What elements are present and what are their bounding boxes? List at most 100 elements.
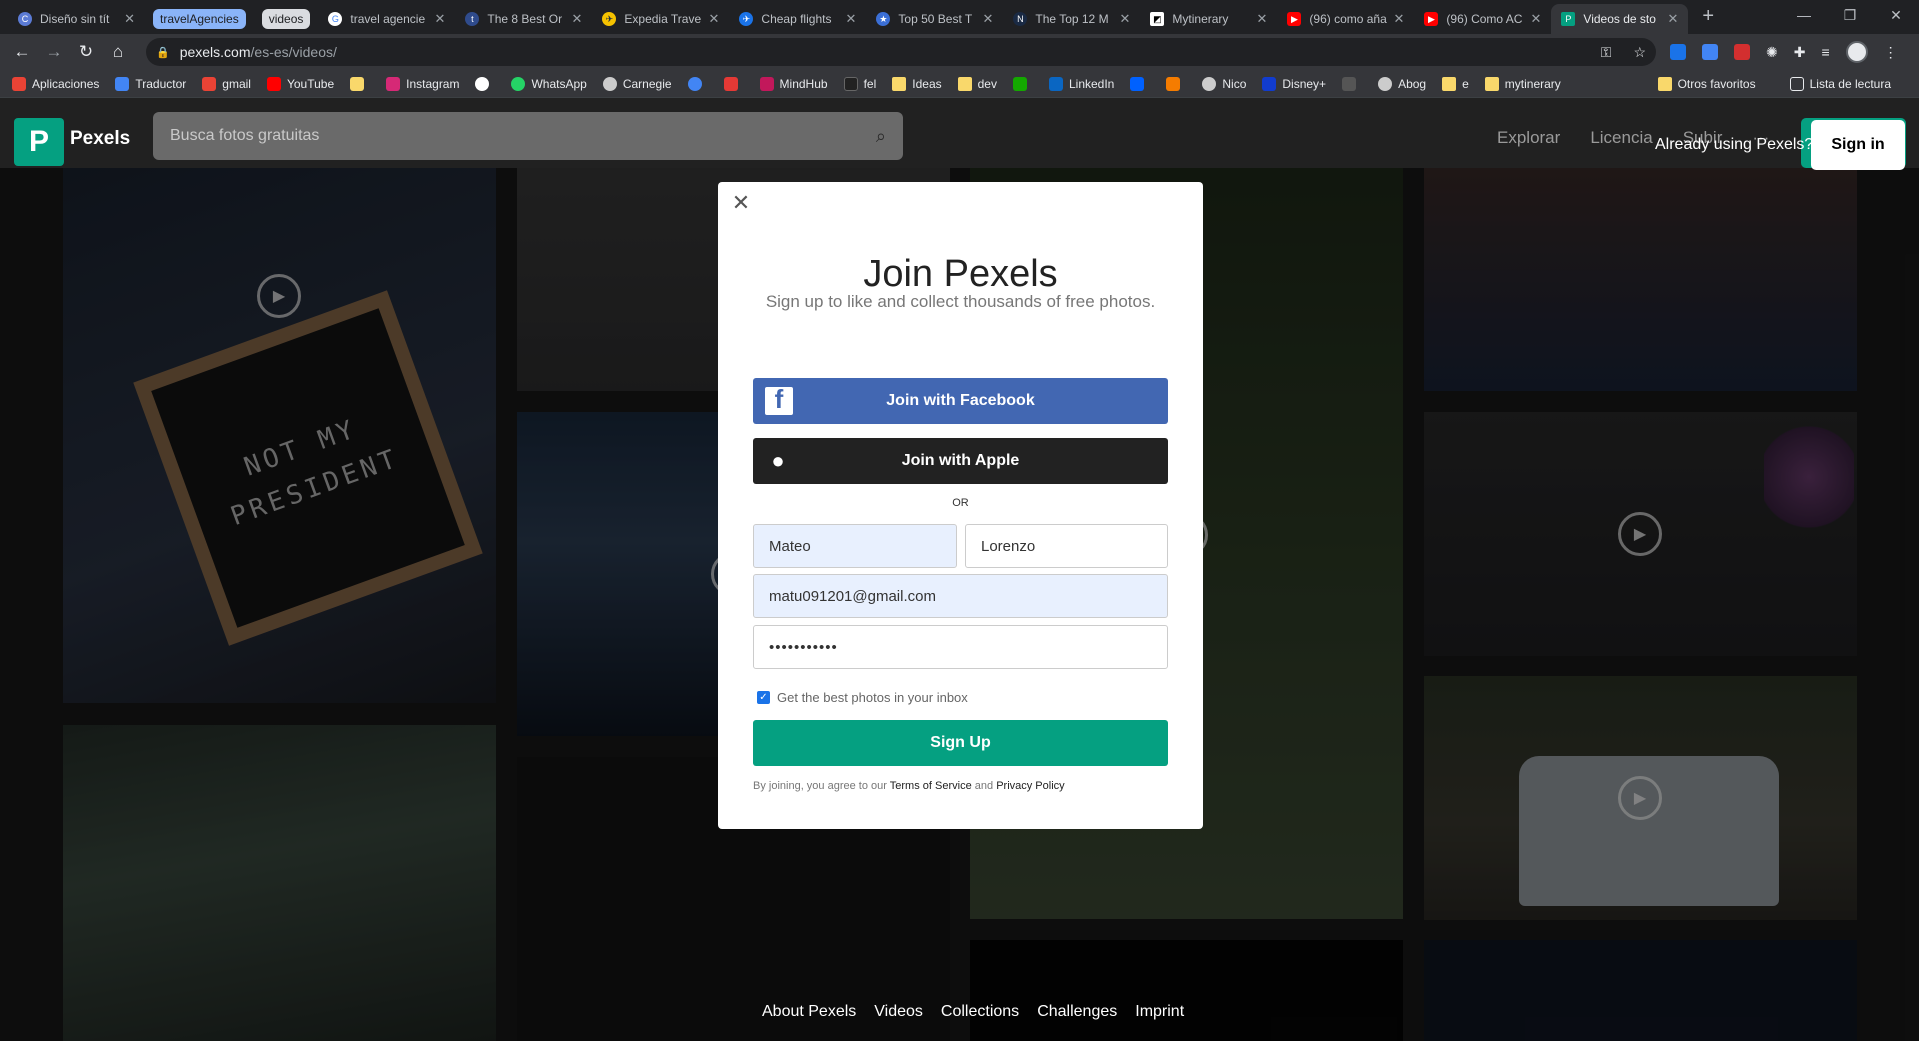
- footer-about[interactable]: About Pexels: [762, 1003, 856, 1021]
- bookmark-folder[interactable]: Ideas: [892, 76, 942, 91]
- reading-list[interactable]: Lista de lectura: [1789, 76, 1891, 91]
- reload-icon[interactable]: ↻: [70, 42, 102, 62]
- home-icon[interactable]: ⌂: [102, 42, 134, 62]
- bookmark-item[interactable]: fel: [843, 76, 876, 91]
- tab[interactable]: N The Top 12 M ✕: [1003, 4, 1140, 34]
- bookmark-item[interactable]: MindHub: [759, 76, 828, 91]
- bookmark-item[interactable]: YouTube: [266, 76, 334, 91]
- tab[interactable]: t The 8 Best Or ✕: [455, 4, 592, 34]
- nav-explore[interactable]: Explorar: [1497, 128, 1560, 148]
- key-icon[interactable]: ⚿: [1601, 44, 1612, 61]
- footer-videos[interactable]: Videos: [874, 1003, 923, 1021]
- bookmark-item[interactable]: WhatsApp: [511, 76, 587, 91]
- checkbox-checked-icon[interactable]: ✓: [757, 691, 770, 704]
- extension-icon[interactable]: [1670, 44, 1686, 60]
- bookmark-item[interactable]: [1342, 76, 1362, 91]
- first-name-field[interactable]: Mateo: [753, 524, 957, 568]
- close-window-button[interactable]: ✕: [1873, 0, 1919, 30]
- bookmark-star-icon[interactable]: ☆: [1633, 44, 1646, 61]
- tab-favicon: N: [1013, 12, 1028, 26]
- search-input[interactable]: Busca fotos gratuitas ⌕: [153, 112, 903, 160]
- menu-icon[interactable]: ⋮: [1884, 44, 1898, 61]
- extension-gear-icon[interactable]: ✺: [1766, 44, 1778, 61]
- join-apple-button[interactable]: ● Join with Apple: [753, 438, 1168, 484]
- close-icon[interactable]: ✕: [1394, 11, 1405, 27]
- tab[interactable]: ▶ (96) Como AC ✕: [1414, 4, 1551, 34]
- bookmark-item[interactable]: Carnegie: [602, 76, 672, 91]
- footer-collections[interactable]: Collections: [941, 1003, 1019, 1021]
- password-field[interactable]: •••••••••••: [753, 625, 1168, 669]
- close-icon[interactable]: ✕: [1257, 11, 1268, 27]
- bookmark-item[interactable]: gmail: [202, 76, 251, 91]
- tab-title: Expedia Trave: [624, 12, 702, 26]
- close-icon[interactable]: ✕: [1531, 11, 1542, 27]
- other-bookmarks[interactable]: Otros favoritos: [1657, 76, 1756, 91]
- sign-in-button[interactable]: Sign in: [1811, 120, 1905, 170]
- tab[interactable]: ✈ Cheap flights ✕: [729, 4, 866, 34]
- back-icon[interactable]: ←: [6, 42, 38, 62]
- profile-avatar[interactable]: [1845, 41, 1868, 63]
- restore-button[interactable]: ❐: [1827, 0, 1873, 30]
- bookmark-folder[interactable]: mytinerary: [1484, 76, 1561, 91]
- close-icon[interactable]: ✕: [846, 11, 857, 27]
- pexels-logo-icon[interactable]: P: [14, 118, 64, 166]
- legal-and: and: [974, 780, 994, 792]
- tab[interactable]: ◩ Mytinerary ✕: [1140, 4, 1277, 34]
- bookmark-item[interactable]: [475, 76, 495, 91]
- bookmark-item[interactable]: Aplicaciones: [12, 76, 99, 91]
- bookmark-item[interactable]: [687, 76, 708, 91]
- translate-extension-icon[interactable]: [1702, 44, 1718, 60]
- nav-license[interactable]: Licencia: [1590, 128, 1652, 148]
- close-icon[interactable]: ✕: [435, 11, 446, 27]
- footer-imprint[interactable]: Imprint: [1135, 1003, 1184, 1021]
- bookmark-item[interactable]: Abog: [1378, 76, 1426, 91]
- sign-up-button[interactable]: Sign Up: [753, 720, 1168, 766]
- bookmark-item[interactable]: [723, 76, 744, 91]
- bookmark-folder[interactable]: e: [1442, 76, 1469, 91]
- email-field[interactable]: matu091201@gmail.com: [753, 574, 1168, 618]
- minimize-button[interactable]: —: [1781, 0, 1827, 30]
- close-icon[interactable]: ✕: [124, 11, 135, 27]
- tab[interactable]: ★ Top 50 Best T ✕: [866, 4, 1003, 34]
- bookmark-item[interactable]: Disney+: [1262, 76, 1326, 91]
- lock-icon[interactable]: 🔒: [156, 46, 170, 59]
- close-icon[interactable]: ✕: [983, 11, 994, 27]
- tab[interactable]: ▶ (96) como aña ✕: [1277, 4, 1414, 34]
- bookmark-item[interactable]: [1130, 76, 1150, 91]
- bookmark-item[interactable]: Nico: [1202, 76, 1246, 91]
- tab-active[interactable]: P Videos de sto ✕: [1551, 4, 1689, 34]
- close-icon[interactable]: ✕: [1120, 11, 1131, 27]
- bookmark-item[interactable]: Instagram: [386, 76, 459, 91]
- brand-name[interactable]: Pexels: [70, 128, 130, 150]
- privacy-link[interactable]: Privacy Policy: [996, 780, 1064, 792]
- new-tab-button[interactable]: +: [1702, 5, 1714, 28]
- bookmark-item[interactable]: [1166, 76, 1186, 91]
- join-facebook-button[interactable]: f Join with Facebook: [753, 378, 1168, 424]
- tab[interactable]: Gtravel agencie ✕: [318, 4, 455, 34]
- forward-icon[interactable]: →: [38, 42, 70, 62]
- tab-group-chip[interactable]: videos: [254, 4, 319, 34]
- bookmark-item[interactable]: [1012, 76, 1033, 91]
- close-icon[interactable]: ✕: [709, 11, 720, 27]
- last-name-field[interactable]: Lorenzo: [965, 524, 1168, 568]
- bookmark-item[interactable]: Traductor: [115, 76, 186, 91]
- tab-group-label: videos: [261, 9, 311, 29]
- close-icon[interactable]: ✕: [1668, 11, 1679, 27]
- bookmark-folder[interactable]: dev: [957, 76, 997, 91]
- extension-badge-icon[interactable]: [1734, 44, 1750, 60]
- tab-group-chip[interactable]: travelAgencies: [145, 4, 254, 34]
- media-icon[interactable]: ≡: [1821, 44, 1829, 60]
- close-icon[interactable]: ✕: [572, 11, 583, 27]
- newsletter-checkbox-row[interactable]: ✓ Get the best photos in your inbox: [757, 690, 968, 705]
- bookmark-item[interactable]: [350, 76, 370, 91]
- bookmark-icon: [1342, 76, 1357, 91]
- address-bar[interactable]: 🔒 pexels.com/es-es/videos/ ⚿ ☆: [146, 38, 1656, 66]
- bookmark-item[interactable]: LinkedIn: [1048, 76, 1114, 91]
- tab[interactable]: C Diseño sin tít ✕: [8, 4, 145, 34]
- search-icon[interactable]: ⌕: [876, 126, 886, 147]
- footer-challenges[interactable]: Challenges: [1037, 1003, 1117, 1021]
- close-icon[interactable]: ✕: [730, 192, 752, 214]
- tab[interactable]: ✈ Expedia Trave ✕: [592, 4, 729, 34]
- terms-link[interactable]: Terms of Service: [890, 780, 972, 792]
- extensions-puzzle-icon[interactable]: ✚: [1794, 44, 1806, 61]
